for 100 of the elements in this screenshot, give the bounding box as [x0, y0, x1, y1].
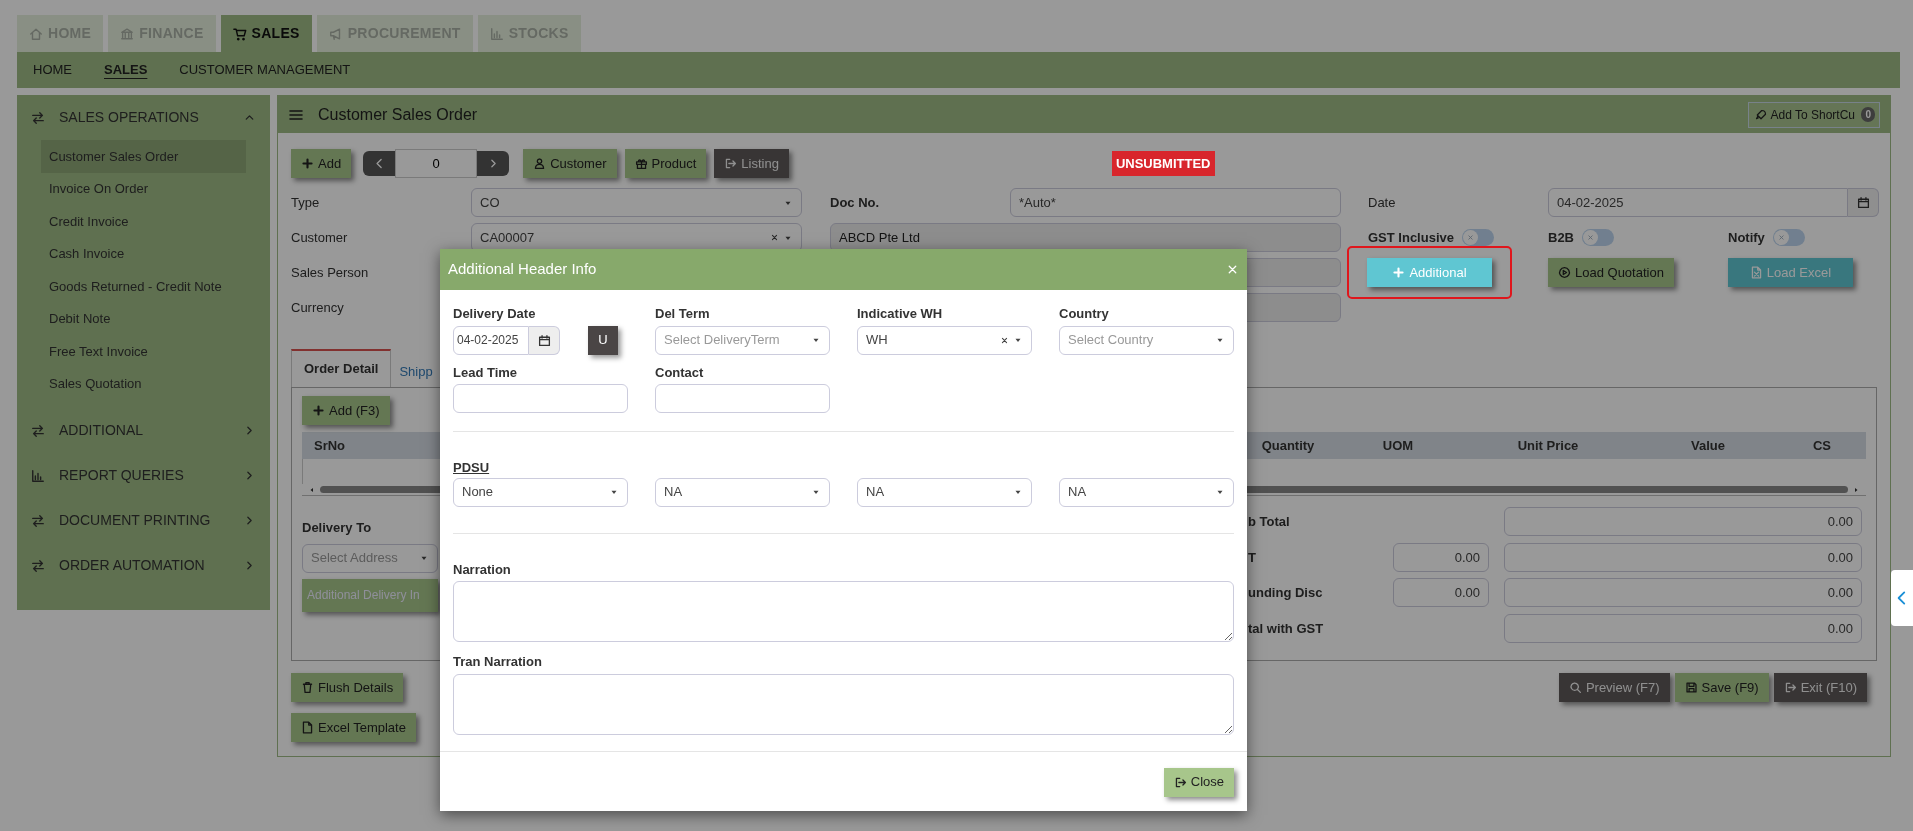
plus-icon [312, 404, 325, 417]
previous-button[interactable] [363, 151, 396, 176]
dropdown-field[interactable]: NA [655, 477, 830, 507]
side-panel-toggle[interactable] [1891, 570, 1913, 626]
dropdown-field[interactable]: Select Country [1059, 325, 1234, 355]
x-icon [1586, 233, 1595, 242]
dropdown-field[interactable]: NA [1059, 477, 1234, 507]
calendar-button[interactable] [529, 325, 560, 355]
address-select[interactable]: Select Address [302, 543, 438, 573]
nav-link[interactable]: HOME [33, 60, 72, 80]
calendar-icon [1856, 196, 1870, 209]
amount-field[interactable]: 0.00 [1504, 578, 1862, 608]
sidebar-item[interactable]: Customer Sales Order [41, 140, 246, 173]
u-button[interactable]: U [588, 325, 618, 355]
sidebar-item[interactable]: Debit Note [41, 302, 246, 335]
footer-button[interactable]: Exit (F10) [1773, 673, 1867, 702]
text-area[interactable] [453, 673, 1234, 735]
sidebar-item[interactable]: Invoice On Order [41, 172, 246, 205]
footer-button[interactable]: Flush Details [291, 673, 404, 702]
toolbar-button[interactable]: Customer [523, 149, 617, 178]
field-label: Lead Time [453, 363, 519, 382]
sidebar-item[interactable]: Free Text Invoice [41, 335, 246, 368]
x-icon [1776, 233, 1786, 242]
field-label: Doc No. [830, 193, 881, 212]
calendar-button[interactable] [1848, 188, 1879, 217]
footer-button[interactable]: Excel Template [291, 713, 416, 742]
sidebar-item[interactable]: Goods Returned - Credit Note [41, 270, 246, 303]
add-row-button[interactable]: Add (F3) [302, 396, 390, 425]
panel-header: Customer Sales Order Add To ShortCu 0 [278, 96, 1890, 133]
doc-number-field[interactable]: *Auto* [1010, 188, 1341, 217]
nav-link[interactable]: SALES [104, 60, 148, 80]
sign-out-icon [1173, 775, 1187, 789]
date-field[interactable]: 04-02-2025 [453, 325, 529, 355]
status-badge: UNSUBMITTED [1111, 150, 1215, 177]
sidebar-section[interactable]: ORDER AUTOMATION [17, 543, 270, 588]
text-field[interactable] [453, 384, 628, 413]
toggle-switch[interactable] [1462, 229, 1494, 246]
date-field[interactable]: 04-02-2025 [1548, 188, 1848, 217]
amount-field[interactable]: 0.00 [1504, 507, 1862, 537]
column-header: Quantity [1260, 436, 1316, 455]
shortcut-button[interactable]: Add To ShortCu 0 [1747, 101, 1880, 128]
calendar-icon [537, 333, 551, 347]
arrows-icon [31, 110, 45, 125]
section-label: PDSU [453, 459, 490, 477]
field-label: Tran Narration [453, 653, 543, 671]
toolbar-button[interactable]: Listing [714, 149, 789, 178]
bar-chart-icon [489, 26, 504, 41]
field-label: Customer [291, 228, 349, 247]
play-icon [1558, 266, 1571, 279]
plus-icon [301, 157, 314, 170]
field-label: Delivery Date [453, 305, 537, 323]
toolbar-button[interactable]: Product [624, 149, 707, 178]
page-number-field[interactable]: 0 [395, 149, 478, 178]
footer-button[interactable]: Save (F9) [1674, 673, 1769, 702]
sidebar-item[interactable]: Cash Invoice [41, 237, 246, 270]
add-button[interactable]: Add [291, 149, 352, 178]
footer-button[interactable]: Preview (F7) [1558, 673, 1670, 702]
next-button[interactable] [477, 151, 510, 176]
tab[interactable]: Order Detail [291, 349, 392, 387]
switch-label: B2B [1548, 228, 1574, 247]
close-button[interactable]: Close [1163, 767, 1234, 797]
sidebar-section[interactable]: SALES OPERATIONS [17, 95, 270, 140]
amount-field[interactable]: 0.00 [1504, 542, 1862, 572]
field-label: Type [291, 193, 321, 212]
dropdown-field[interactable]: NA [857, 477, 1032, 507]
dropdown-field[interactable]: None [453, 477, 628, 507]
dropdown-field[interactable]: Select DeliveryTerm [655, 325, 830, 355]
text-area[interactable] [453, 581, 1234, 642]
user-icon [533, 157, 547, 170]
scroll-right-icon [1852, 485, 1860, 494]
module-tab[interactable]: SALES [220, 15, 312, 52]
arrows-icon [31, 423, 45, 438]
field-label: Country [1059, 305, 1110, 323]
close-icon [1226, 263, 1239, 276]
close-button[interactable] [1226, 263, 1239, 276]
type-select[interactable]: CO [471, 188, 802, 217]
column-header: UOM [1381, 436, 1415, 455]
dropdown-field[interactable]: WH [857, 325, 1032, 355]
sidebar-section[interactable]: REPORT QUERIES [17, 453, 270, 498]
sidebar-item[interactable]: Sales Quotation [41, 367, 246, 400]
rate-field[interactable]: 0.00 [1393, 542, 1489, 572]
amount-field[interactable]: 0.00 [1504, 613, 1862, 643]
sidebar-item[interactable]: Credit Invoice [41, 205, 246, 238]
bank-icon [120, 26, 135, 41]
rate-field[interactable]: 0.00 [1393, 578, 1489, 608]
action-button[interactable]: Load Quotation [1548, 258, 1674, 287]
field-label: Date [1368, 193, 1397, 212]
action-button[interactable]: Additional [1367, 258, 1492, 287]
toggle-switch[interactable] [1772, 229, 1805, 246]
sidebar-section[interactable]: ADDITIONAL [17, 408, 270, 453]
save-icon [1684, 681, 1698, 694]
bar-chart-icon [31, 468, 45, 483]
text-field[interactable] [655, 384, 830, 413]
file-icon [301, 721, 314, 734]
arrows-icon [31, 558, 45, 573]
sidebar-section[interactable]: DOCUMENT PRINTING [17, 498, 270, 543]
toggle-switch[interactable] [1582, 229, 1614, 246]
spreadsheet-icon [1749, 266, 1763, 279]
nav-link[interactable]: CUSTOMER MANAGEMENT [179, 60, 351, 80]
switch-label: GST Inclusive [1368, 228, 1454, 247]
